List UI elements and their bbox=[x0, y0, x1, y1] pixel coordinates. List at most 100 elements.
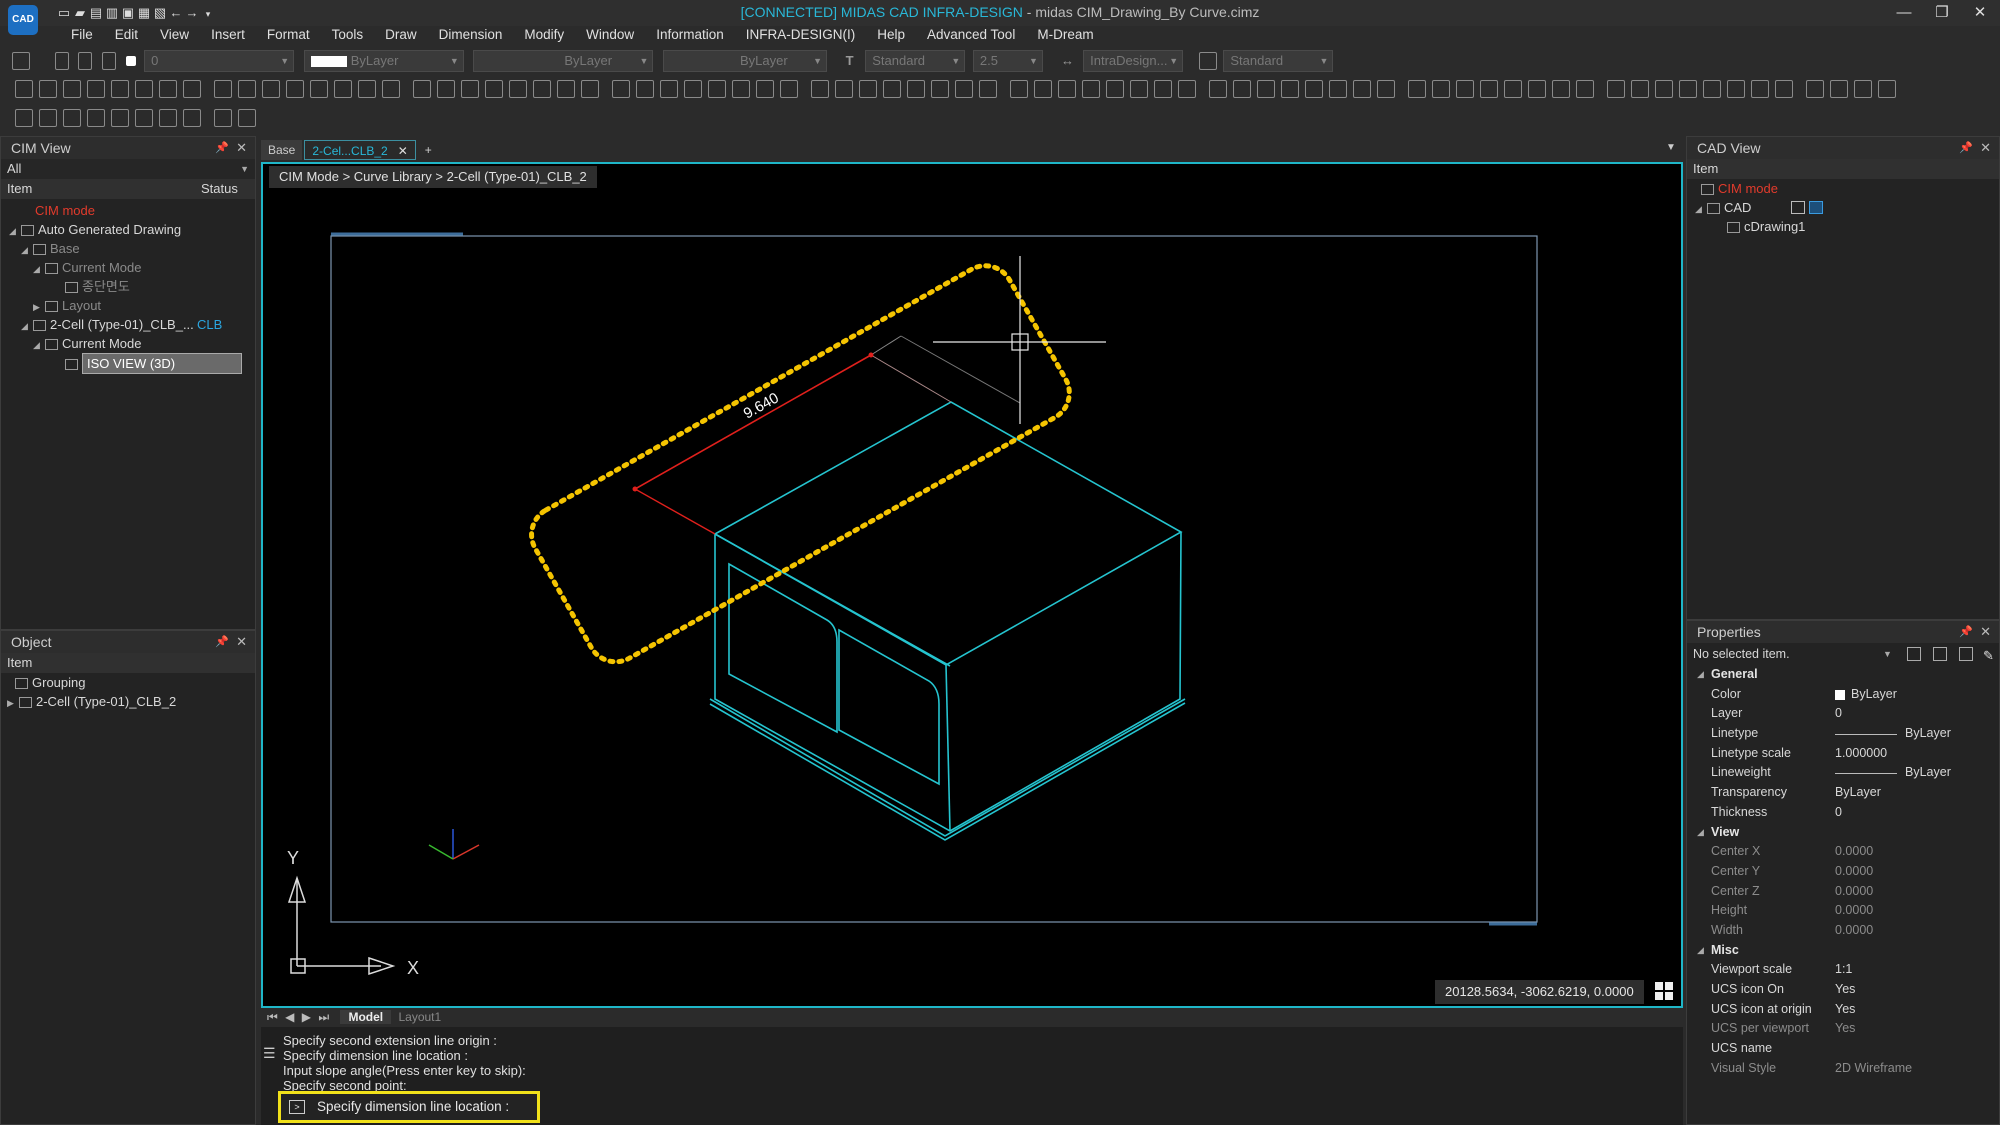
next-layout-icon[interactable]: ▶ bbox=[302, 1010, 311, 1024]
draw-tool-icon[interactable] bbox=[1679, 80, 1697, 98]
grid-layout-icon[interactable] bbox=[1655, 982, 1673, 1000]
draw-tool-icon[interactable] bbox=[358, 80, 376, 98]
close-icon[interactable]: ✕ bbox=[236, 137, 247, 159]
draw-tool-icon[interactable] bbox=[1154, 80, 1172, 98]
minimize-icon[interactable]: — bbox=[1886, 2, 1922, 24]
menu-item[interactable]: Tools bbox=[321, 27, 375, 47]
property-row[interactable]: Center Z 0.0000 bbox=[1687, 882, 1999, 902]
property-row[interactable]: Height 0.0000 bbox=[1687, 901, 1999, 921]
draw-tool-icon[interactable] bbox=[660, 80, 678, 98]
model-space-icon[interactable] bbox=[1791, 201, 1805, 214]
draw-tool-icon[interactable] bbox=[780, 80, 798, 98]
draw-tool-icon[interactable] bbox=[1775, 80, 1793, 98]
draw-tool-icon[interactable] bbox=[931, 80, 949, 98]
draw-tool-icon[interactable] bbox=[437, 80, 455, 98]
draw-tool-icon[interactable] bbox=[1806, 80, 1824, 98]
menu-item[interactable]: Dimension bbox=[428, 27, 514, 47]
close-icon[interactable]: ✕ bbox=[1980, 621, 1991, 643]
draw-tool-icon[interactable] bbox=[461, 80, 479, 98]
snap-tool-icon[interactable] bbox=[183, 109, 201, 127]
draw-tool-icon[interactable] bbox=[1106, 80, 1124, 98]
property-row[interactable]: Linetype ByLayer bbox=[1687, 724, 1999, 744]
property-row[interactable]: Center Y 0.0000 bbox=[1687, 862, 1999, 882]
draw-tool-icon[interactable] bbox=[485, 80, 503, 98]
expand-icon[interactable]: ◢ bbox=[1697, 823, 1704, 843]
redo-icon[interactable]: → bbox=[184, 6, 200, 20]
command-prompt-input[interactable]: > Specify dimension line location : bbox=[278, 1091, 540, 1123]
draw-tool-icon[interactable] bbox=[1854, 80, 1872, 98]
draw-tool-icon[interactable] bbox=[413, 80, 431, 98]
tree-item-profile[interactable]: 종단면도 bbox=[1, 277, 255, 296]
draw-tool-icon[interactable] bbox=[612, 80, 630, 98]
tab-layout1[interactable]: Layout1 bbox=[398, 1010, 441, 1024]
draw-tool-icon[interactable] bbox=[1552, 80, 1570, 98]
draw-tool-icon[interactable] bbox=[1034, 80, 1052, 98]
cim-filter-dropdown[interactable]: All ▼ bbox=[1, 159, 255, 179]
snap-tool-icon[interactable] bbox=[87, 109, 105, 127]
menu-item[interactable]: Advanced Tool bbox=[916, 27, 1026, 47]
draw-tool-icon[interactable] bbox=[557, 80, 575, 98]
menu-item[interactable]: Draw bbox=[374, 27, 428, 47]
selection-dropdown[interactable]: No selected item. ▼ ✎ bbox=[1687, 643, 1999, 665]
text-size-dropdown[interactable]: 2.5 bbox=[972, 50, 1043, 72]
property-row[interactable]: Color ByLayer bbox=[1687, 685, 1999, 705]
property-section[interactable]: ◢ View bbox=[1687, 823, 1999, 843]
draw-tool-icon[interactable] bbox=[262, 80, 280, 98]
draw-tool-icon[interactable] bbox=[979, 80, 997, 98]
snap-tool-icon[interactable] bbox=[135, 109, 153, 127]
draw-tool-icon[interactable] bbox=[636, 80, 654, 98]
expand-icon[interactable]: ◢ bbox=[21, 317, 33, 336]
export-icon[interactable]: ▣ bbox=[120, 6, 136, 20]
draw-tool-icon[interactable] bbox=[1408, 80, 1426, 98]
draw-tool-icon[interactable] bbox=[1607, 80, 1625, 98]
menu-item[interactable]: Modify bbox=[513, 27, 575, 47]
draw-tool-icon[interactable] bbox=[1353, 80, 1371, 98]
property-row[interactable]: UCS per viewport Yes bbox=[1687, 1019, 1999, 1039]
menu-item[interactable]: Insert bbox=[200, 27, 256, 47]
draw-tool-icon[interactable] bbox=[1432, 80, 1450, 98]
tree-item-object-cell[interactable]: ▶ 2-Cell (Type-01)_CLB_2 bbox=[1, 692, 255, 711]
draw-tool-icon[interactable] bbox=[533, 80, 551, 98]
draw-tool-icon[interactable] bbox=[1329, 80, 1347, 98]
draw-tool-icon[interactable] bbox=[1377, 80, 1395, 98]
draw-tool-icon[interactable] bbox=[111, 80, 129, 98]
draw-tool-icon[interactable] bbox=[1082, 80, 1100, 98]
draw-tool-icon[interactable] bbox=[1631, 80, 1649, 98]
draw-tool-icon[interactable] bbox=[1504, 80, 1522, 98]
command-menu-icon[interactable]: ☰ bbox=[263, 1045, 277, 1062]
snap-tool-icon[interactable] bbox=[238, 109, 256, 127]
collapse-icon[interactable]: ▶ bbox=[7, 694, 19, 713]
draw-tool-icon[interactable] bbox=[835, 80, 853, 98]
property-row[interactable]: UCS name bbox=[1687, 1039, 1999, 1059]
text-style-dropdown[interactable]: Standard bbox=[865, 50, 966, 72]
menu-item[interactable]: M-Dream bbox=[1026, 27, 1104, 47]
sun-icon[interactable] bbox=[78, 52, 93, 70]
snap-tool-icon[interactable] bbox=[15, 109, 33, 127]
color-dropdown[interactable]: ByLayer bbox=[303, 50, 464, 72]
tree-item-cell[interactable]: ◢ 2-Cell (Type-01)_CLB_... CLB bbox=[1, 315, 255, 334]
lineweight-dropdown[interactable]: ByLayer bbox=[663, 50, 827, 72]
property-row[interactable]: Thickness 0 bbox=[1687, 803, 1999, 823]
toggle-pickadd-icon[interactable] bbox=[1933, 647, 1947, 661]
lock-icon[interactable] bbox=[101, 52, 116, 70]
draw-tool-icon[interactable] bbox=[1655, 80, 1673, 98]
property-row[interactable]: UCS icon On Yes bbox=[1687, 980, 1999, 1000]
tree-item-current-mode[interactable]: ◢ Current Mode bbox=[1, 258, 255, 277]
expand-icon[interactable]: ◢ bbox=[1697, 941, 1704, 961]
snap-tool-icon[interactable] bbox=[159, 109, 177, 127]
undo-icon[interactable]: ← bbox=[168, 6, 184, 20]
tree-item-layout[interactable]: ▶ Layout bbox=[1, 296, 255, 315]
menu-item[interactable]: Edit bbox=[104, 27, 149, 47]
draw-tool-icon[interactable] bbox=[955, 80, 973, 98]
tree-item-iso-view[interactable]: ISO VIEW (3D) bbox=[1, 353, 255, 374]
draw-tool-icon[interactable] bbox=[63, 80, 81, 98]
draw-tool-icon[interactable] bbox=[1751, 80, 1769, 98]
pin-icon[interactable]: 📌 bbox=[1959, 137, 1973, 159]
table-style-dropdown[interactable]: Standard bbox=[1223, 50, 1334, 72]
expand-icon[interactable]: ◢ bbox=[1695, 200, 1707, 219]
property-section[interactable]: ◢ General bbox=[1687, 665, 1999, 685]
snap-tool-icon[interactable] bbox=[111, 109, 129, 127]
draw-tool-icon[interactable] bbox=[756, 80, 774, 98]
draw-tool-icon[interactable] bbox=[1281, 80, 1299, 98]
drawing-viewport[interactable]: CIM Mode > Curve Library > 2-Cell (Type-… bbox=[261, 162, 1683, 1008]
